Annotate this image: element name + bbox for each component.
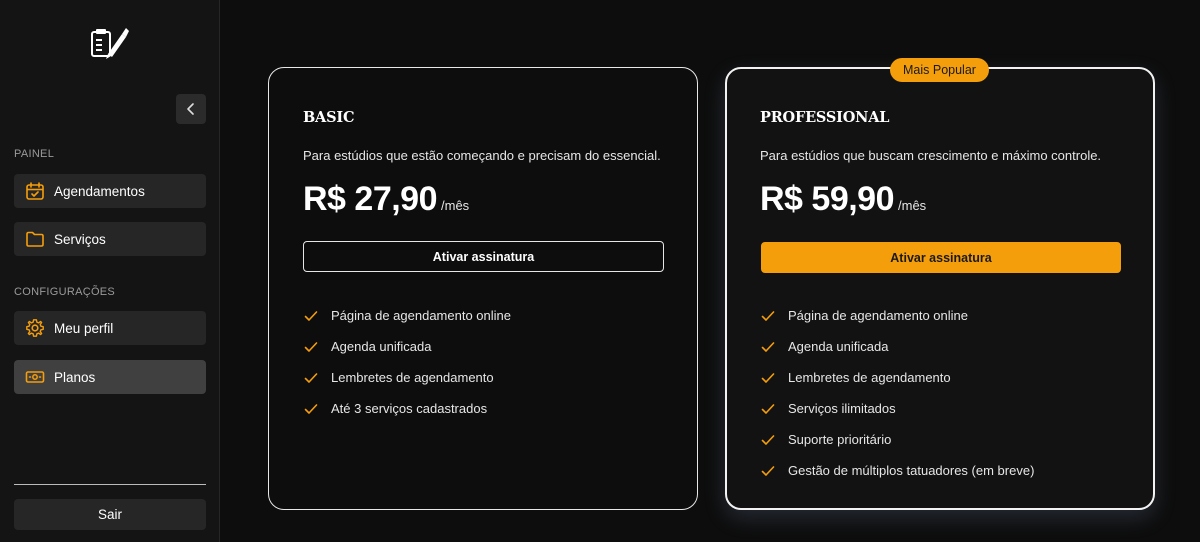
feature-item: Gestão de múltiplos tatuadores (em breve… xyxy=(760,455,1034,486)
plan-description: Para estúdios que estão começando e prec… xyxy=(303,148,661,163)
logout-button[interactable]: Sair xyxy=(14,499,206,530)
feature-item: Lembretes de agendamento xyxy=(760,362,1034,393)
sidebar-divider xyxy=(14,484,206,485)
sidebar-item-label: Serviços xyxy=(54,231,106,247)
sidebar-item-servicos[interactable]: Serviços xyxy=(14,222,206,256)
chevron-left-icon xyxy=(187,103,194,115)
check-icon xyxy=(303,308,319,324)
plan-description: Para estúdios que buscam crescimento e m… xyxy=(760,148,1102,163)
feature-item: Agenda unificada xyxy=(303,331,511,362)
feature-label: Agenda unificada xyxy=(788,339,889,354)
check-icon xyxy=(760,463,776,479)
price-row: R$ 59,90 /mês xyxy=(760,180,926,219)
sidebar-item-label: Agendamentos xyxy=(54,183,145,199)
popular-badge: Mais Popular xyxy=(890,58,989,82)
feature-label: Lembretes de agendamento xyxy=(788,370,951,385)
feature-label: Serviços ilimitados xyxy=(788,401,896,416)
check-icon xyxy=(303,370,319,386)
section-label-panel: PAINEL xyxy=(14,148,55,160)
price-period: /mês xyxy=(898,198,927,213)
check-icon xyxy=(760,432,776,448)
plan-card-basic: BASIC Para estúdios que estão começando … xyxy=(268,67,698,510)
feature-item: Agenda unificada xyxy=(760,331,1034,362)
price-row: R$ 27,90 /mês xyxy=(303,180,469,219)
check-icon xyxy=(760,339,776,355)
check-icon xyxy=(760,401,776,417)
feature-label: Suporte prioritário xyxy=(788,432,892,447)
feature-label: Gestão de múltiplos tatuadores (em breve… xyxy=(788,463,1035,478)
feature-item: Página de agendamento online xyxy=(760,300,1034,331)
calendar-check-icon xyxy=(24,180,46,202)
gear-icon xyxy=(24,317,46,339)
sidebar-item-meu-perfil[interactable]: Meu perfil xyxy=(14,311,206,345)
sidebar-item-agendamentos[interactable]: Agendamentos xyxy=(14,174,206,208)
feature-item: Até 3 serviços cadastrados xyxy=(303,393,511,424)
collapse-sidebar-button[interactable] xyxy=(176,94,206,124)
sidebar-item-planos[interactable]: Planos xyxy=(14,360,206,394)
logo-icon xyxy=(88,24,132,62)
price-period: /mês xyxy=(441,198,470,213)
feature-item: Página de agendamento online xyxy=(303,300,511,331)
plan-name: BASIC xyxy=(303,109,355,126)
check-icon xyxy=(760,308,776,324)
sidebar-item-label: Planos xyxy=(54,369,96,385)
check-icon xyxy=(303,339,319,355)
plan-price: R$ 27,90 xyxy=(303,180,438,218)
feature-label: Página de agendamento online xyxy=(788,308,968,323)
feature-label: Até 3 serviços cadastrados xyxy=(331,401,488,416)
plan-price: R$ 59,90 xyxy=(760,180,895,218)
subscribe-button-professional[interactable]: Ativar assinatura xyxy=(761,242,1121,273)
feature-item: Suporte prioritário xyxy=(760,424,1034,455)
feature-list: Página de agendamento online Agenda unif… xyxy=(760,300,1034,486)
banknote-icon xyxy=(24,366,46,388)
plan-card-professional: Mais Popular PROFESSIONAL Para estúdios … xyxy=(725,58,1155,510)
feature-label: Lembretes de agendamento xyxy=(331,370,494,385)
subscribe-button-basic[interactable]: Ativar assinatura xyxy=(303,241,664,272)
sidebar-item-label: Meu perfil xyxy=(54,320,114,336)
sidebar: PAINEL Agendamentos Serviços CONFIGURAÇÕ… xyxy=(0,0,220,542)
check-icon xyxy=(303,401,319,417)
check-icon xyxy=(760,370,776,386)
feature-label: Agenda unificada xyxy=(331,339,432,354)
feature-item: Lembretes de agendamento xyxy=(303,362,511,393)
feature-item: Serviços ilimitados xyxy=(760,393,1034,424)
folder-icon xyxy=(24,228,46,250)
plan-name: PROFESSIONAL xyxy=(760,109,890,126)
feature-label: Página de agendamento online xyxy=(331,308,511,323)
feature-list: Página de agendamento online Agenda unif… xyxy=(303,300,511,424)
section-label-settings: CONFIGURAÇÕES xyxy=(14,286,116,298)
